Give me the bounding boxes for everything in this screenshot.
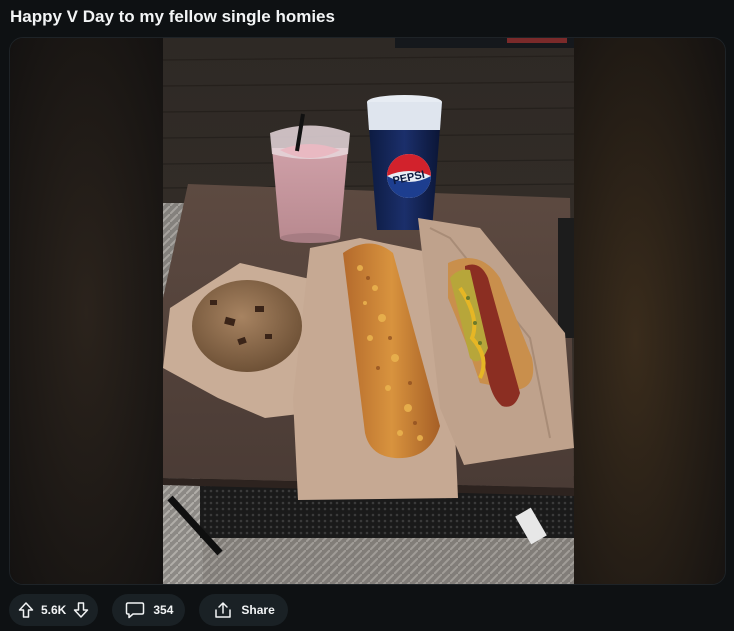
photo-content: PEPSI	[162, 38, 575, 584]
post-card: Happy V Day to my fellow single homies P…	[0, 0, 734, 631]
vote-count: 5.6K	[41, 603, 67, 617]
comment-count: 354	[153, 603, 174, 617]
post-image-frame[interactable]: PEPSI	[9, 37, 726, 585]
comments-button[interactable]: 354	[112, 594, 186, 626]
comment-icon	[125, 601, 145, 619]
share-label: Share	[241, 603, 275, 617]
downvote-icon[interactable]	[72, 601, 90, 619]
share-button[interactable]: Share	[199, 594, 288, 626]
upvote-icon[interactable]	[17, 601, 35, 619]
share-icon	[213, 601, 233, 619]
post-title[interactable]: Happy V Day to my fellow single homies	[10, 6, 335, 28]
milkshake-cup	[270, 113, 350, 243]
pepsi-cup: PEPSI	[367, 95, 442, 230]
cookie	[192, 280, 302, 372]
post-action-bar: 5.6K 354 Share	[9, 593, 288, 627]
vote-control: 5.6K	[9, 594, 99, 626]
post-photo: PEPSI	[10, 38, 725, 584]
